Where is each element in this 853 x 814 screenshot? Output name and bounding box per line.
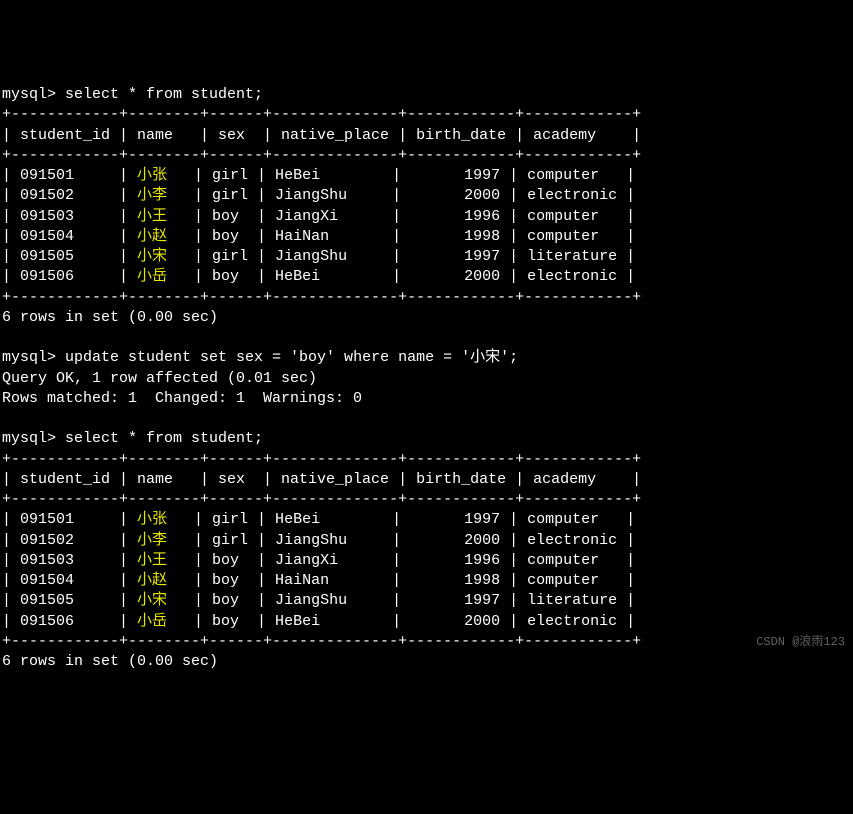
mysql-prompt[interactable]: mysql> — [2, 86, 65, 103]
watermark-text: CSDN @浪雨123 — [756, 634, 845, 650]
terminal-output: mysql> select * from student; +---------… — [2, 85, 851, 672]
mysql-prompt[interactable]: mysql> — [2, 430, 65, 447]
result-table-1: +------------+--------+------+----------… — [2, 106, 641, 305]
sql-query-1: select * from student; — [65, 86, 263, 103]
result-footer-1: 6 rows in set (0.00 sec) — [2, 309, 218, 326]
sql-update-query: update student set sex = 'boy' where nam… — [65, 349, 518, 366]
mysql-prompt[interactable]: mysql> — [2, 349, 65, 366]
result-table-2: +------------+--------+------+----------… — [2, 451, 641, 650]
update-result-1: Query OK, 1 row affected (0.01 sec) — [2, 370, 317, 387]
update-result-2: Rows matched: 1 Changed: 1 Warnings: 0 — [2, 390, 362, 407]
sql-query-2: select * from student; — [65, 430, 263, 447]
